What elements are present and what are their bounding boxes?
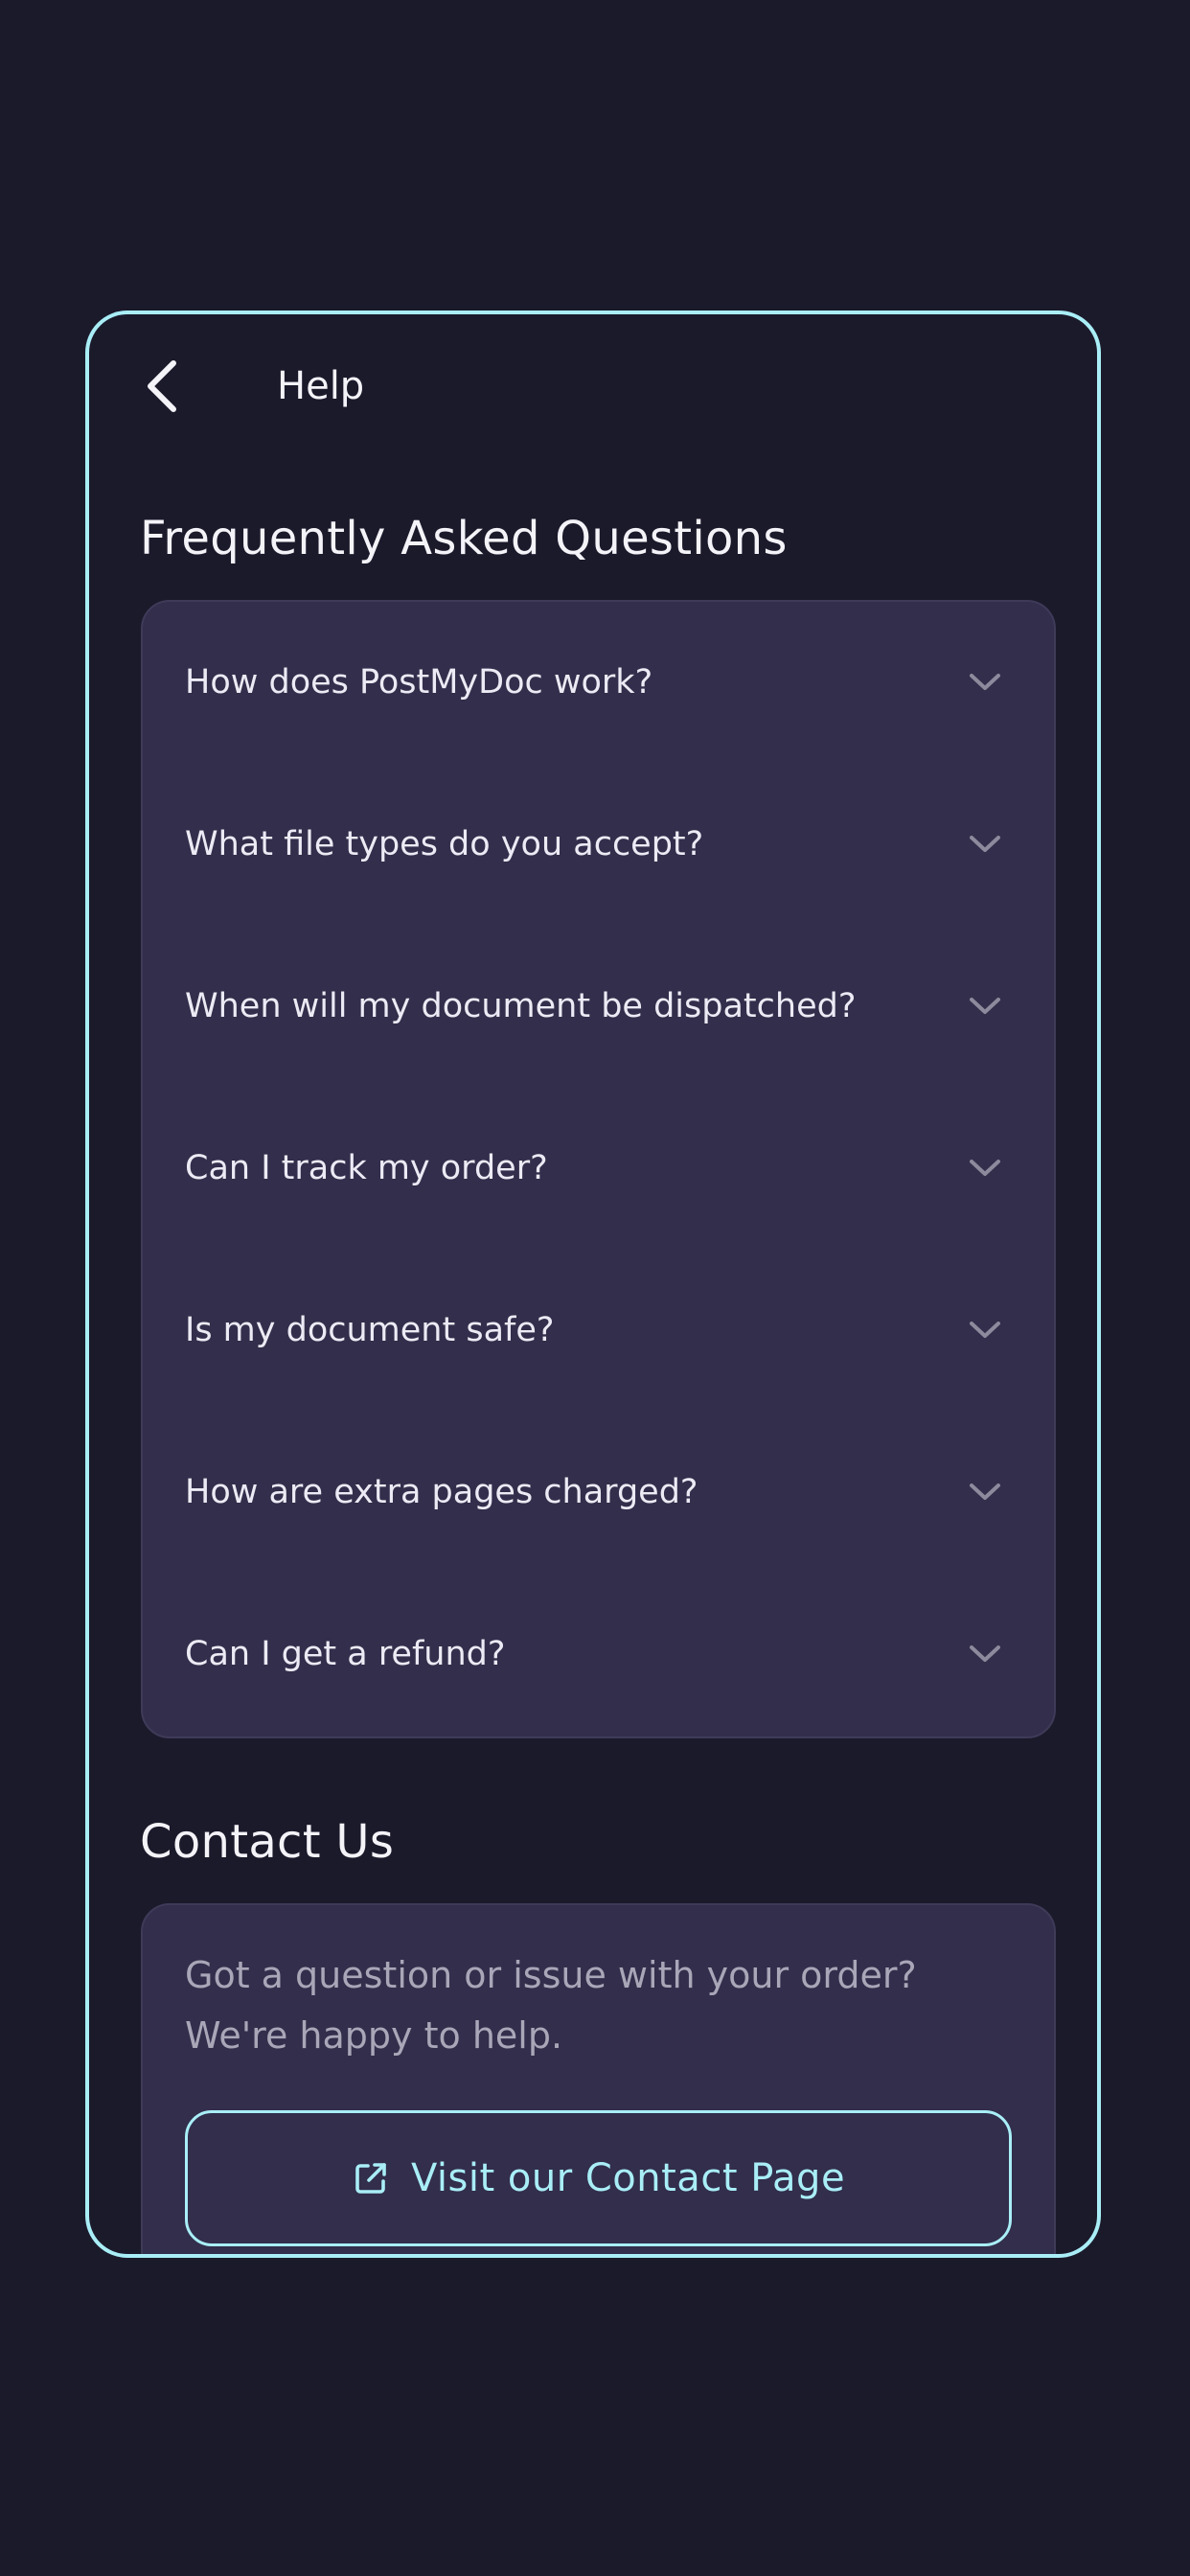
chevron-down-icon xyxy=(966,987,1004,1025)
faq-section-title: Frequently Asked Questions xyxy=(140,512,788,565)
faq-item-track-order[interactable]: Can I track my order? xyxy=(143,1088,1054,1249)
faq-question: Can I get a refund? xyxy=(185,1635,506,1673)
faq-question: Is my document safe? xyxy=(185,1311,555,1349)
faq-question: When will my document be dispatched? xyxy=(185,987,857,1025)
faq-item-refund[interactable]: Can I get a refund? xyxy=(143,1574,1054,1735)
faq-item-document-safe[interactable]: Is my document safe? xyxy=(143,1250,1054,1411)
chevron-down-icon xyxy=(966,1311,1004,1349)
top-bar: Help xyxy=(89,314,1097,439)
faq-item-dispatch[interactable]: When will my document be dispatched? xyxy=(143,926,1054,1087)
faq-question: How are extra pages charged? xyxy=(185,1473,698,1511)
faq-question: How does PostMyDoc work? xyxy=(185,663,653,702)
contact-card: Got a question or issue with your order?… xyxy=(141,1903,1056,2254)
external-link-icon xyxy=(352,2159,390,2197)
faq-question: What file types do you accept? xyxy=(185,825,704,863)
faq-question: Can I track my order? xyxy=(185,1149,548,1187)
chevron-left-icon xyxy=(148,360,176,412)
chevron-down-icon xyxy=(966,663,1004,702)
contact-description: Got a question or issue with your order?… xyxy=(185,1954,917,2057)
faq-item-extra-pages[interactable]: How are extra pages charged? xyxy=(143,1412,1054,1573)
chevron-down-icon xyxy=(966,1635,1004,1673)
contact-section-title: Contact Us xyxy=(140,1815,395,1869)
faq-item-file-types[interactable]: What file types do you accept? xyxy=(143,764,1054,925)
contact-button-label: Visit our Contact Page xyxy=(410,2156,846,2200)
faq-item-how-it-works[interactable]: How does PostMyDoc work? xyxy=(143,602,1054,763)
chevron-down-icon xyxy=(966,1473,1004,1511)
chevron-down-icon xyxy=(966,825,1004,863)
back-button[interactable] xyxy=(133,353,191,420)
faq-card: How does PostMyDoc work? What file types… xyxy=(141,600,1056,1738)
phone-frame: Help Frequently Asked Questions How does… xyxy=(85,310,1101,2258)
page-title: Help xyxy=(277,364,365,408)
visit-contact-page-button[interactable]: Visit our Contact Page xyxy=(185,2110,1012,2246)
chevron-down-icon xyxy=(966,1149,1004,1187)
